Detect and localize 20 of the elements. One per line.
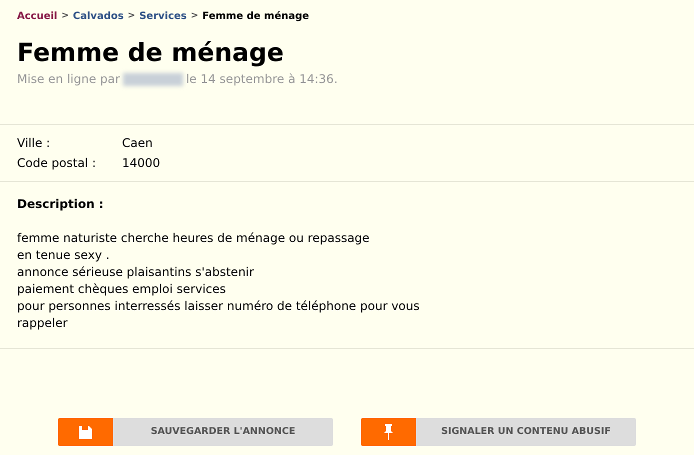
breadcrumb-separator: > — [128, 10, 136, 23]
detail-label: Code postal : — [17, 155, 97, 172]
save-ad-button[interactable]: SAUVEGARDER L'ANNONCE — [58, 418, 333, 446]
breadcrumb-link[interactable]: Accueil — [17, 9, 58, 24]
posted-date-text: le 14 septembre à 14:36. — [186, 71, 338, 88]
breadcrumb-current: Femme de ménage — [202, 10, 310, 24]
posted-by-text: Mise en ligne par — [17, 71, 120, 88]
detail-label: Ville : — [17, 135, 52, 152]
breadcrumb-separator: > — [190, 10, 198, 23]
breadcrumb-separator: > — [61, 10, 69, 23]
ad-title: Femme de ménage — [16, 38, 285, 68]
breadcrumb-link[interactable]: Calvados — [72, 9, 124, 24]
detail-value: Caen — [122, 135, 153, 152]
report-abuse-button[interactable]: SIGNALER UN CONTENU ABUSIF — [361, 418, 636, 446]
pushpin-icon — [384, 424, 393, 440]
detail-value: 14000 — [122, 155, 160, 172]
blurred-username — [122, 72, 183, 86]
description-text: femme naturiste cherche heures de ménage ou repassage en tenue sexy . annonce sérieuse plaisantins s'abstenir paiement chèques emploi services pour personnes interressés laisser numéro de téléphone pour vous rappeler — [17, 230, 421, 332]
description-heading: Description : — [17, 196, 105, 213]
breadcrumb-link[interactable]: Services — [139, 9, 187, 24]
